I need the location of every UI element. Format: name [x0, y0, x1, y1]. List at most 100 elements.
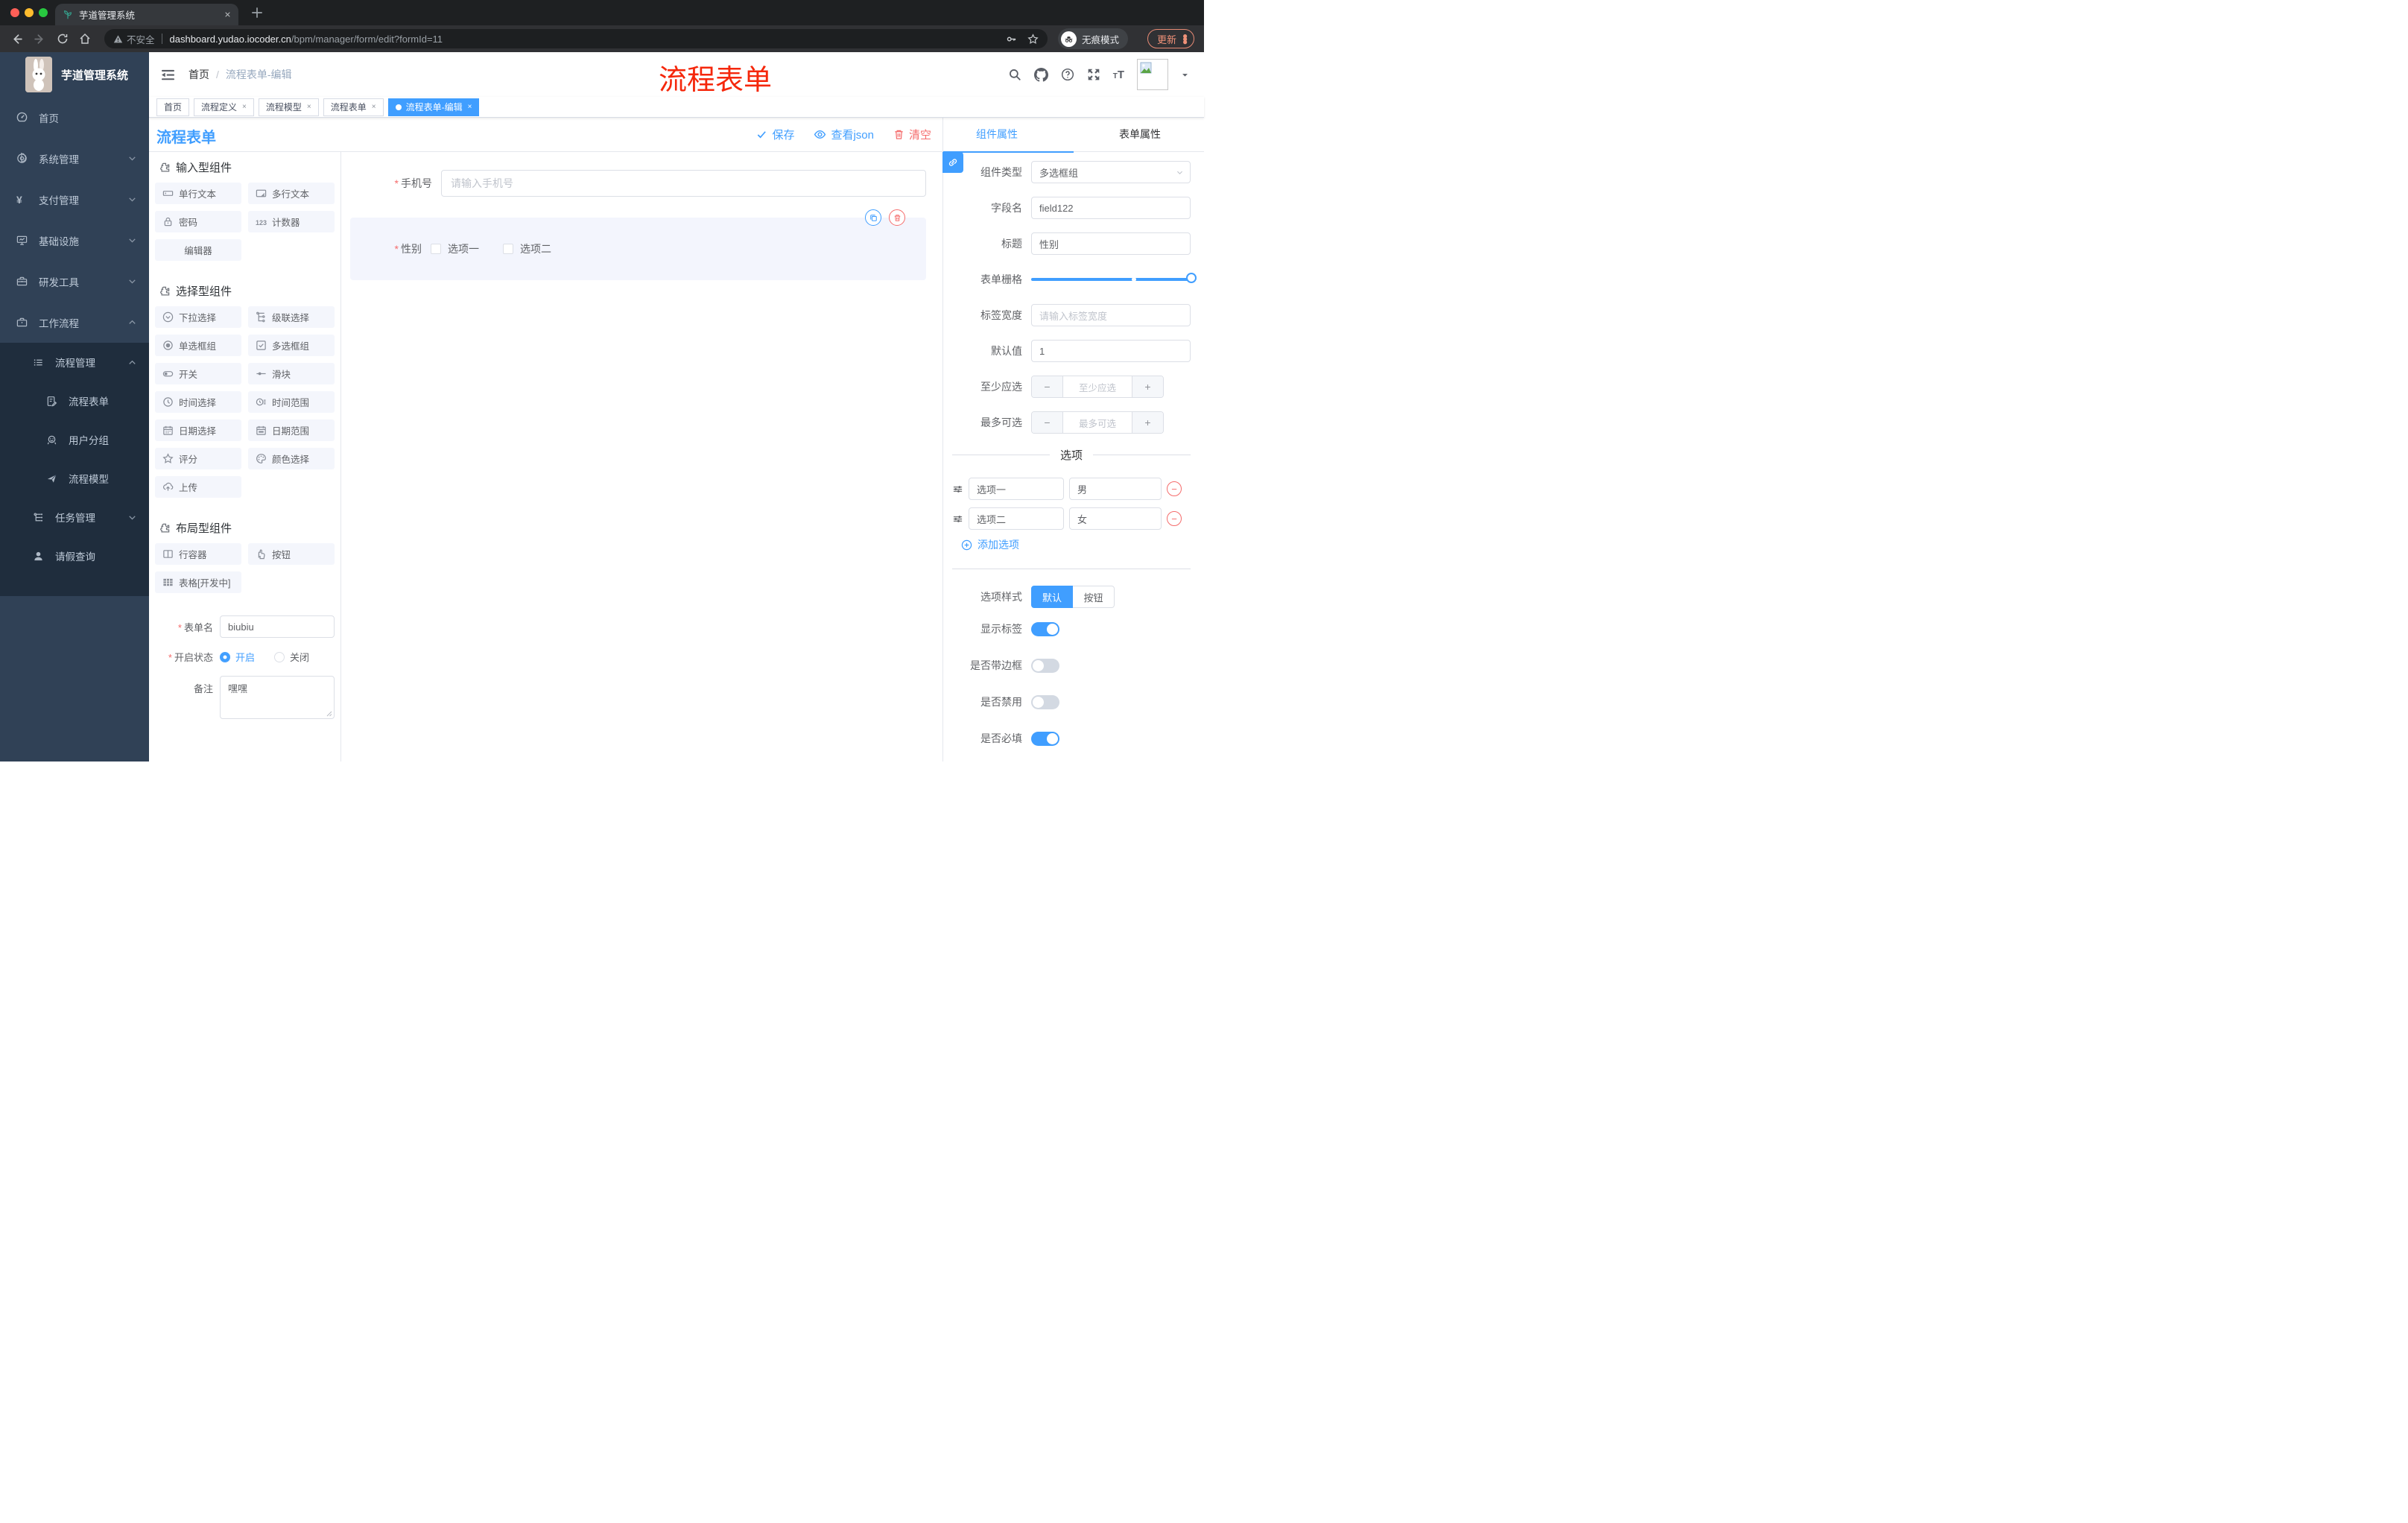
- sidebar-item-leave-query[interactable]: 请假查询: [0, 536, 149, 575]
- sidebar-item-process-model[interactable]: 流程模型: [0, 459, 149, 498]
- component-item[interactable]: 单行文本: [155, 183, 241, 204]
- remove-option-button[interactable]: −: [1167, 511, 1182, 526]
- back-icon[interactable]: [10, 33, 23, 45]
- component-item[interactable]: 下拉选择: [155, 306, 241, 328]
- hamburger-icon[interactable]: [161, 69, 175, 81]
- resize-handle-icon[interactable]: [326, 711, 332, 717]
- tag-process-form[interactable]: 流程表单 ×: [323, 98, 384, 116]
- component-type-select[interactable]: 多选框组: [1031, 161, 1191, 183]
- tab-close-icon[interactable]: [224, 11, 231, 18]
- component-item[interactable]: 多行文本: [248, 183, 335, 204]
- delete-component-button[interactable]: [889, 209, 905, 226]
- component-item[interactable]: 评分: [155, 448, 241, 469]
- component-item[interactable]: 开关: [155, 363, 241, 384]
- fullscreen-icon[interactable]: [1087, 68, 1100, 81]
- option-value-input[interactable]: 女: [1069, 507, 1162, 530]
- remove-option-button[interactable]: −: [1167, 481, 1182, 496]
- component-item[interactable]: 按钮: [248, 543, 335, 565]
- gender-field-row-selected[interactable]: * 性别 选项一 选项二: [350, 209, 926, 280]
- clear-button[interactable]: 清空: [893, 127, 931, 142]
- save-button[interactable]: 保存: [756, 127, 794, 142]
- minus-button[interactable]: −: [1032, 376, 1063, 397]
- sidebar-item-task-mgmt[interactable]: 任务管理: [0, 498, 149, 536]
- component-item[interactable]: 时间范围: [248, 391, 335, 413]
- breadcrumb-home[interactable]: 首页: [188, 67, 209, 82]
- tag-close-icon[interactable]: ×: [307, 103, 311, 111]
- browser-update-button[interactable]: 更新 ● ● ●: [1147, 29, 1195, 48]
- zoom-window-button[interactable]: [39, 8, 48, 17]
- component-item[interactable]: 颜色选择: [248, 448, 335, 469]
- forward-icon[interactable]: [34, 33, 46, 45]
- option-label-input[interactable]: 选项二: [969, 507, 1064, 530]
- title-input[interactable]: 性别: [1031, 232, 1191, 255]
- sidebar-item-process-mgmt[interactable]: 流程管理: [0, 343, 149, 381]
- checkbox-icon[interactable]: [503, 244, 513, 254]
- sidebar-item-user-group[interactable]: 用户分组: [0, 420, 149, 459]
- field-name-input[interactable]: field122: [1031, 197, 1191, 219]
- add-option-button[interactable]: 添加选项: [961, 537, 1191, 552]
- option-label-input[interactable]: 选项一: [969, 478, 1064, 500]
- tag-close-icon[interactable]: ×: [242, 103, 247, 111]
- component-item[interactable]: 123 计数器: [248, 211, 335, 232]
- tag-close-icon[interactable]: ×: [372, 103, 376, 111]
- reload-icon[interactable]: [57, 33, 69, 45]
- browser-menu-kebab-icon[interactable]: ● ● ●: [1182, 31, 1188, 46]
- address-bar[interactable]: 不安全 dashboard.yudao.iocoder.cn /bpm/mana…: [104, 29, 1048, 48]
- tag-close-icon[interactable]: ×: [468, 103, 472, 111]
- home-icon[interactable]: [79, 33, 91, 45]
- checkbox-icon[interactable]: [431, 244, 441, 254]
- component-item[interactable]: 日期范围: [248, 419, 335, 441]
- tag-process-model[interactable]: 流程模型 ×: [258, 98, 319, 116]
- view-json-button[interactable]: 查看json: [814, 127, 874, 142]
- form-grid-slider[interactable]: [1031, 273, 1197, 283]
- close-window-button[interactable]: [10, 8, 19, 17]
- phone-input[interactable]: 请输入手机号: [441, 170, 926, 197]
- component-item[interactable]: 多选框组: [248, 335, 335, 356]
- tag-home[interactable]: 首页: [156, 98, 190, 116]
- plus-button[interactable]: +: [1132, 376, 1163, 397]
- minus-button[interactable]: −: [1032, 412, 1063, 433]
- tab-form-props[interactable]: 表单属性: [1119, 127, 1161, 142]
- browser-tab[interactable]: 芋道管理系统: [55, 4, 238, 25]
- toggle-switch-disabled[interactable]: [1031, 694, 1059, 709]
- tag-process-def[interactable]: 流程定义 ×: [194, 98, 254, 116]
- component-item[interactable]: 行容器: [155, 543, 241, 565]
- component-item[interactable]: 密码: [155, 211, 241, 232]
- style-default-button[interactable]: 默认: [1031, 586, 1073, 608]
- status-off-radio[interactable]: 关闭: [274, 650, 309, 664]
- option-value-input[interactable]: 男: [1069, 478, 1162, 500]
- plus-button[interactable]: +: [1132, 412, 1163, 433]
- avatar[interactable]: [1137, 59, 1168, 90]
- style-button-button[interactable]: 按钮: [1073, 586, 1115, 608]
- form-name-input[interactable]: biubiu: [220, 615, 335, 638]
- tag-process-form-edit[interactable]: 流程表单-编辑 ×: [387, 98, 480, 116]
- sidebar-logo[interactable]: 芋道管理系统: [0, 52, 149, 97]
- new-tab-button[interactable]: [250, 6, 264, 19]
- component-item[interactable]: 日期选择: [155, 419, 241, 441]
- sidebar-item-infra[interactable]: 基础设施: [0, 220, 149, 261]
- component-item[interactable]: 单选框组: [155, 335, 241, 356]
- password-key-icon[interactable]: [1006, 34, 1017, 45]
- component-item[interactable]: 表格[开发中]: [155, 571, 241, 593]
- sidebar-item-home[interactable]: 首页: [0, 97, 149, 138]
- sidebar-item-process-form[interactable]: 流程表单: [0, 381, 149, 420]
- copy-component-button[interactable]: [865, 209, 881, 226]
- component-item[interactable]: 编辑器: [155, 239, 241, 261]
- sidebar-item-workflow[interactable]: 工作流程: [0, 302, 149, 343]
- minimize-window-button[interactable]: [25, 8, 34, 17]
- slider-handle[interactable]: [1186, 273, 1197, 283]
- bookmark-star-icon[interactable]: [1027, 33, 1039, 45]
- toggle-switch-show-label[interactable]: [1031, 621, 1059, 636]
- component-item[interactable]: 上传: [155, 476, 241, 498]
- status-on-radio[interactable]: 开启: [220, 650, 255, 664]
- sidebar-item-system[interactable]: 系统管理: [0, 138, 149, 179]
- sidebar-item-devtools[interactable]: 研发工具: [0, 261, 149, 302]
- component-item[interactable]: 级联选择: [248, 306, 335, 328]
- remark-textarea[interactable]: 嘿嘿: [220, 676, 335, 719]
- component-item[interactable]: 滑块: [248, 363, 335, 384]
- min-select-input[interactable]: 至少应选: [1063, 376, 1132, 397]
- checkbox-option[interactable]: 选项二: [503, 241, 551, 256]
- not-secure-label[interactable]: 不安全: [127, 32, 155, 46]
- toggle-switch-with-border[interactable]: [1031, 658, 1059, 673]
- avatar-caret-down-icon[interactable]: [1181, 71, 1189, 79]
